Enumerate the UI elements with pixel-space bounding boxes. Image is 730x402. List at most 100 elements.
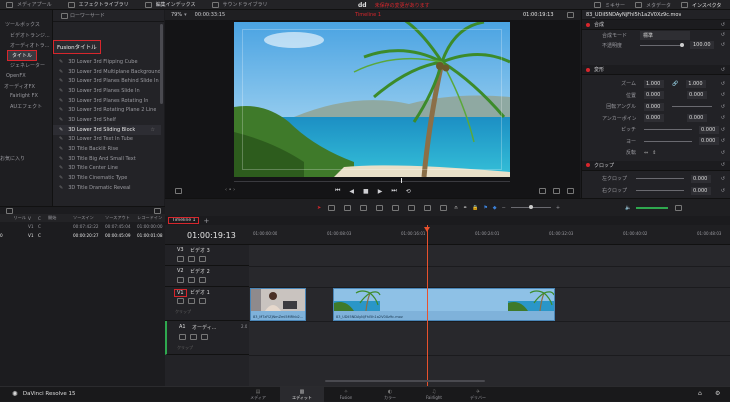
match-frame-icon[interactable]: [175, 188, 182, 194]
step-back-icon[interactable]: ◀: [349, 188, 354, 195]
loop-icon[interactable]: ⟲: [406, 188, 411, 195]
link-icon[interactable]: 🔗: [672, 81, 678, 87]
crop-section-header[interactable]: クロップ ↺: [582, 160, 730, 171]
reset-icon[interactable]: ↺: [721, 115, 725, 121]
fusion-titles-section[interactable]: Fusionタイトル: [53, 40, 101, 54]
tree-item-video-transitions[interactable]: ビデオトランジ...: [10, 32, 50, 39]
reset-icon[interactable]: ↺: [721, 92, 725, 98]
pitch-value[interactable]: 0.000: [699, 125, 719, 134]
position-lock-icon[interactable]: 🔒: [472, 205, 478, 211]
flag-icon[interactable]: ⚑: [483, 205, 487, 211]
disable-track-icon[interactable]: [199, 298, 206, 304]
tree-item-favorites[interactable]: お気に入り: [0, 155, 25, 162]
title-item[interactable]: ✎ 3D Title Dramatic Reveal: [53, 183, 161, 193]
zoom-level[interactable]: 79%: [171, 12, 182, 18]
column-header[interactable]: V: [28, 216, 38, 221]
inspector-button[interactable]: インスペクタ: [692, 2, 721, 9]
reset-icon[interactable]: ↺: [721, 67, 725, 73]
crop-left-slider[interactable]: [636, 178, 684, 179]
panel-toggle-icon[interactable]: [6, 1, 13, 8]
lock-track-icon[interactable]: [177, 298, 184, 304]
zoom-x-value[interactable]: 1.000: [644, 79, 664, 88]
column-header[interactable]: 開始: [48, 215, 73, 221]
snapping-icon[interactable]: ∩: [454, 205, 458, 211]
timeline-tab[interactable]: Timeline 1: [168, 217, 200, 224]
marker-icon[interactable]: ◆: [493, 205, 497, 211]
blade-tool-icon[interactable]: [360, 204, 368, 211]
audio-meter-icon[interactable]: [675, 204, 683, 211]
favorite-star-icon[interactable]: ☆: [151, 127, 155, 133]
section-enable-dot[interactable]: [586, 67, 590, 72]
pitch-slider[interactable]: [644, 129, 692, 131]
viewer-scrubber[interactable]: [234, 181, 510, 182]
add-timeline-icon[interactable]: +: [203, 217, 209, 225]
rotation-value[interactable]: 0.000: [644, 102, 664, 111]
auto-select-icon[interactable]: [188, 277, 195, 283]
tree-item-fairlight-fx[interactable]: Fairlight FX: [10, 93, 38, 99]
viewer-mode-icon[interactable]: [539, 188, 546, 194]
title-item[interactable]: ✎ 3D Lower 3rd Planes Rotating In: [53, 96, 161, 106]
zoom-minus-icon[interactable]: −: [502, 205, 506, 211]
position-y-value[interactable]: 0.000: [687, 91, 707, 100]
title-item[interactable]: ✎ 3D Lower 3rd Shelf: [53, 115, 161, 125]
link-clips-icon[interactable]: ⚭: [463, 205, 467, 211]
playhead[interactable]: [427, 225, 428, 386]
yaw-slider[interactable]: [644, 140, 692, 142]
yaw-value[interactable]: 0.000: [699, 137, 719, 146]
zoom-y-value[interactable]: 1.000: [686, 79, 707, 88]
page-tab-color[interactable]: ◐ カラー: [368, 387, 412, 402]
reset-icon[interactable]: ↺: [721, 188, 725, 194]
flip-horizontal-icon[interactable]: ⇔: [644, 150, 648, 156]
replace-clip-icon[interactable]: [408, 204, 416, 211]
viewer-next-icon[interactable]: [567, 188, 574, 194]
grid-view-icon[interactable]: [6, 207, 13, 214]
timeline-zoom-slider[interactable]: [510, 205, 551, 209]
title-item[interactable]: ✎ 3D Lower 3rd Flipping Cube: [53, 57, 161, 67]
volume-icon[interactable]: 🔈: [625, 205, 631, 211]
timeline-ruler[interactable]: 01:00:00:00 01:00:08:03 01:00:16:01 01:0…: [249, 225, 730, 245]
trim-tool-icon[interactable]: [328, 204, 336, 211]
selection-tool-icon[interactable]: ➤: [317, 205, 321, 211]
insert-clip-icon[interactable]: [376, 204, 384, 211]
timeline-scrollbar[interactable]: [325, 380, 485, 382]
track-name[interactable]: ビデオ 3: [190, 247, 210, 254]
timeline-zoom-knob[interactable]: [528, 205, 533, 209]
reset-icon[interactable]: ↺: [721, 176, 725, 182]
table-row[interactable]: 0 V1 C 00:00:20:27 00:00:45:09 01:00:01:…: [0, 231, 165, 240]
anchor-y-value[interactable]: 0.000: [687, 114, 707, 123]
opacity-slider[interactable]: [640, 42, 684, 47]
page-tab-deliver[interactable]: ✈ デリバー: [456, 387, 500, 402]
anchor-x-value[interactable]: 0.000: [644, 114, 664, 123]
edit-index-button[interactable]: 編集インデックス: [156, 1, 196, 8]
place-on-top-icon[interactable]: [424, 204, 432, 211]
title-item-hovered[interactable]: ✎ 3D Lower 3rd Sliding Block ☆: [53, 124, 161, 135]
crop-right-value[interactable]: 0.000: [691, 186, 711, 195]
reset-icon[interactable]: ↺: [721, 42, 725, 48]
lock-track-icon[interactable]: [177, 277, 184, 283]
stop-icon[interactable]: ■: [363, 188, 369, 195]
reset-icon[interactable]: ↺: [721, 81, 725, 87]
track-header-v1[interactable]: V1 ビデオ 1 クリップ: [165, 287, 249, 321]
composite-section-header[interactable]: 合成 ↺: [582, 20, 730, 30]
rotation-slider[interactable]: [672, 106, 712, 108]
column-header[interactable]: リール: [0, 215, 28, 221]
track-header-v3[interactable]: V3 ビデオ 3: [165, 245, 249, 266]
opacity-slider-knob[interactable]: [680, 42, 684, 47]
scrubber-playhead[interactable]: [401, 178, 402, 183]
column-header[interactable]: ソースアウト: [105, 215, 137, 221]
composite-mode-select[interactable]: 標準: [640, 30, 690, 40]
reset-icon[interactable]: ↺: [721, 150, 725, 156]
track-name[interactable]: オーディ...: [192, 324, 216, 331]
page-tab-fairlight[interactable]: ♫ Fairlight: [412, 387, 456, 402]
table-row[interactable]: V1 C 00:07:42:22 00:07:45:04 01:00:00:00: [0, 222, 165, 231]
title-item[interactable]: ✎ 3D Lower 3rd Planes Behind Slide In: [53, 76, 161, 86]
section-enable-dot[interactable]: [586, 163, 590, 167]
reset-icon[interactable]: ↺: [721, 138, 725, 144]
reset-icon[interactable]: ↺: [721, 162, 725, 168]
reset-icon[interactable]: ↺: [721, 32, 725, 38]
overwrite-clip-icon[interactable]: [392, 204, 400, 211]
viewer-prev-icon[interactable]: [553, 188, 560, 194]
auto-select-icon[interactable]: [188, 298, 195, 304]
tree-item-openfx[interactable]: OpenFX: [6, 73, 26, 79]
play-icon[interactable]: ▶: [378, 188, 383, 195]
